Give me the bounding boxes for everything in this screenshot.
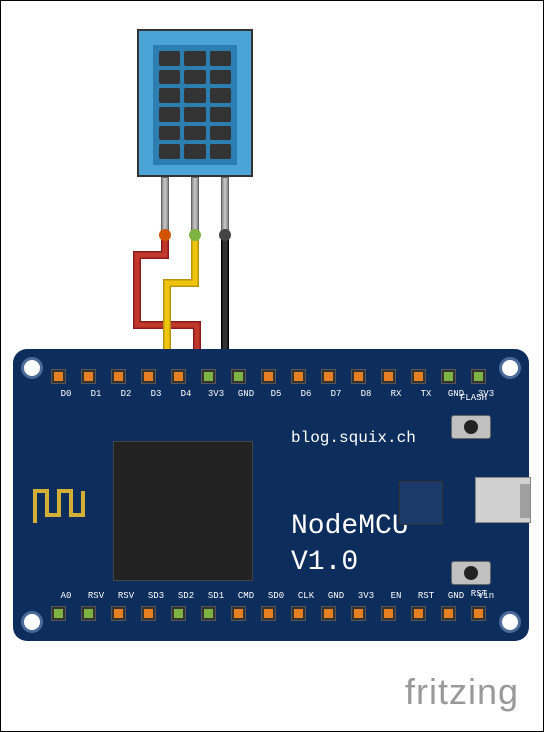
- pin-gnd: [231, 369, 246, 384]
- blog-url: blog.squix.ch: [291, 429, 416, 447]
- pin-a0: [471, 606, 486, 621]
- pin-3v3: [471, 369, 486, 384]
- pin-label-rsv: RSV: [111, 591, 141, 601]
- pin-sd0: [261, 606, 276, 621]
- pin-label-a0: A0: [51, 591, 81, 601]
- rst-button: [451, 561, 491, 585]
- dht-pin-gnd: [221, 177, 229, 235]
- wires: [1, 1, 544, 401]
- pin-gnd: [441, 369, 456, 384]
- pin-sd2: [351, 606, 366, 621]
- pin-label-3v3: 3V3: [351, 591, 381, 601]
- pin-gnd: [201, 606, 216, 621]
- pin-label-en: EN: [381, 591, 411, 601]
- mounting-hole: [21, 611, 43, 633]
- pin-label-3v3: 3V3: [201, 389, 231, 399]
- dht-grille: [153, 45, 237, 165]
- pin-d4: [171, 369, 186, 384]
- mounting-hole: [499, 611, 521, 633]
- pin-rsv: [411, 606, 426, 621]
- pin-3v3: [171, 606, 186, 621]
- pin-tx: [411, 369, 426, 384]
- dht-sensor: [137, 29, 253, 177]
- board-title: NodeMCU V1.0: [291, 509, 409, 582]
- pin-clk: [231, 606, 246, 621]
- board-title-line2: V1.0: [291, 545, 409, 581]
- pin-label-d3: D3: [141, 389, 171, 399]
- pin-label-sd2: SD2: [171, 591, 201, 601]
- pin-d6: [291, 369, 306, 384]
- pin-3v3: [201, 369, 216, 384]
- pin-header-bottom: [51, 606, 500, 621]
- usb-serial-chip: [399, 481, 443, 525]
- pin-label-d5: D5: [261, 389, 291, 399]
- pin-en: [141, 606, 156, 621]
- pin-label-d7: D7: [321, 389, 351, 399]
- esp8266-module: [113, 441, 253, 581]
- pin-d1: [81, 369, 96, 384]
- pin-cmd: [291, 606, 306, 621]
- pin-vin: [51, 606, 66, 621]
- pin-label-d0: D0: [51, 389, 81, 399]
- pin-d3: [141, 369, 156, 384]
- pin-label-gnd: GND: [321, 591, 351, 601]
- pin-label-sd3: SD3: [141, 591, 171, 601]
- pin-label-rx: RX: [381, 389, 411, 399]
- pin-labels-top: D0D1D2D3D43V3GNDD5D6D7D8RXTXGND3V3: [51, 389, 501, 399]
- pin-label-gnd: GND: [231, 389, 261, 399]
- pin-rx: [381, 369, 396, 384]
- fritzing-watermark: fritzing: [405, 671, 519, 713]
- pin-label-rsv: RSV: [81, 591, 111, 601]
- mounting-hole: [21, 357, 43, 379]
- pin-label-d6: D6: [291, 389, 321, 399]
- pin-header-top: [51, 369, 500, 384]
- pin-d0: [51, 369, 66, 384]
- pin-label-gnd: GND: [441, 591, 471, 601]
- dht-pin-data: [191, 177, 199, 235]
- usb-port: [475, 477, 531, 523]
- flash-label: FLASH: [460, 393, 487, 403]
- pin-label-sd0: SD0: [261, 591, 291, 601]
- pin-label-d4: D4: [171, 389, 201, 399]
- board-title-line1: NodeMCU: [291, 509, 409, 545]
- rst-label: RST: [471, 589, 487, 599]
- nodemcu-board: D0D1D2D3D43V3GNDD5D6D7D8RXTXGND3V3 VinGN…: [13, 349, 529, 641]
- pin-label-tx: TX: [411, 389, 441, 399]
- pin-d2: [111, 369, 126, 384]
- mounting-hole: [499, 357, 521, 379]
- pin-label-cmd: CMD: [231, 591, 261, 601]
- diagram-canvas: D0D1D2D3D43V3GNDD5D6D7D8RXTXGND3V3 VinGN…: [0, 0, 544, 732]
- pin-sd1: [321, 606, 336, 621]
- pin-label-rst: RST: [411, 591, 441, 601]
- pin-label-d2: D2: [111, 389, 141, 399]
- pin-label-d8: D8: [351, 389, 381, 399]
- pin-sd3: [381, 606, 396, 621]
- antenna-icon: [33, 473, 93, 533]
- pin-d7: [321, 369, 336, 384]
- pin-label-clk: CLK: [291, 591, 321, 601]
- pin-label-sd1: SD1: [201, 591, 231, 601]
- dht-pin-vcc: [161, 177, 169, 235]
- pin-rst: [111, 606, 126, 621]
- flash-button: [451, 415, 491, 439]
- pin-d5: [261, 369, 276, 384]
- pin-rsv: [441, 606, 456, 621]
- pin-labels-bottom: VinGNDRSTEN3V3GNDCLKSD0CMDSD1SD2SD3RSVRS…: [51, 591, 501, 601]
- pin-label-d1: D1: [81, 389, 111, 399]
- pin-d8: [351, 369, 366, 384]
- pin-gnd: [81, 606, 96, 621]
